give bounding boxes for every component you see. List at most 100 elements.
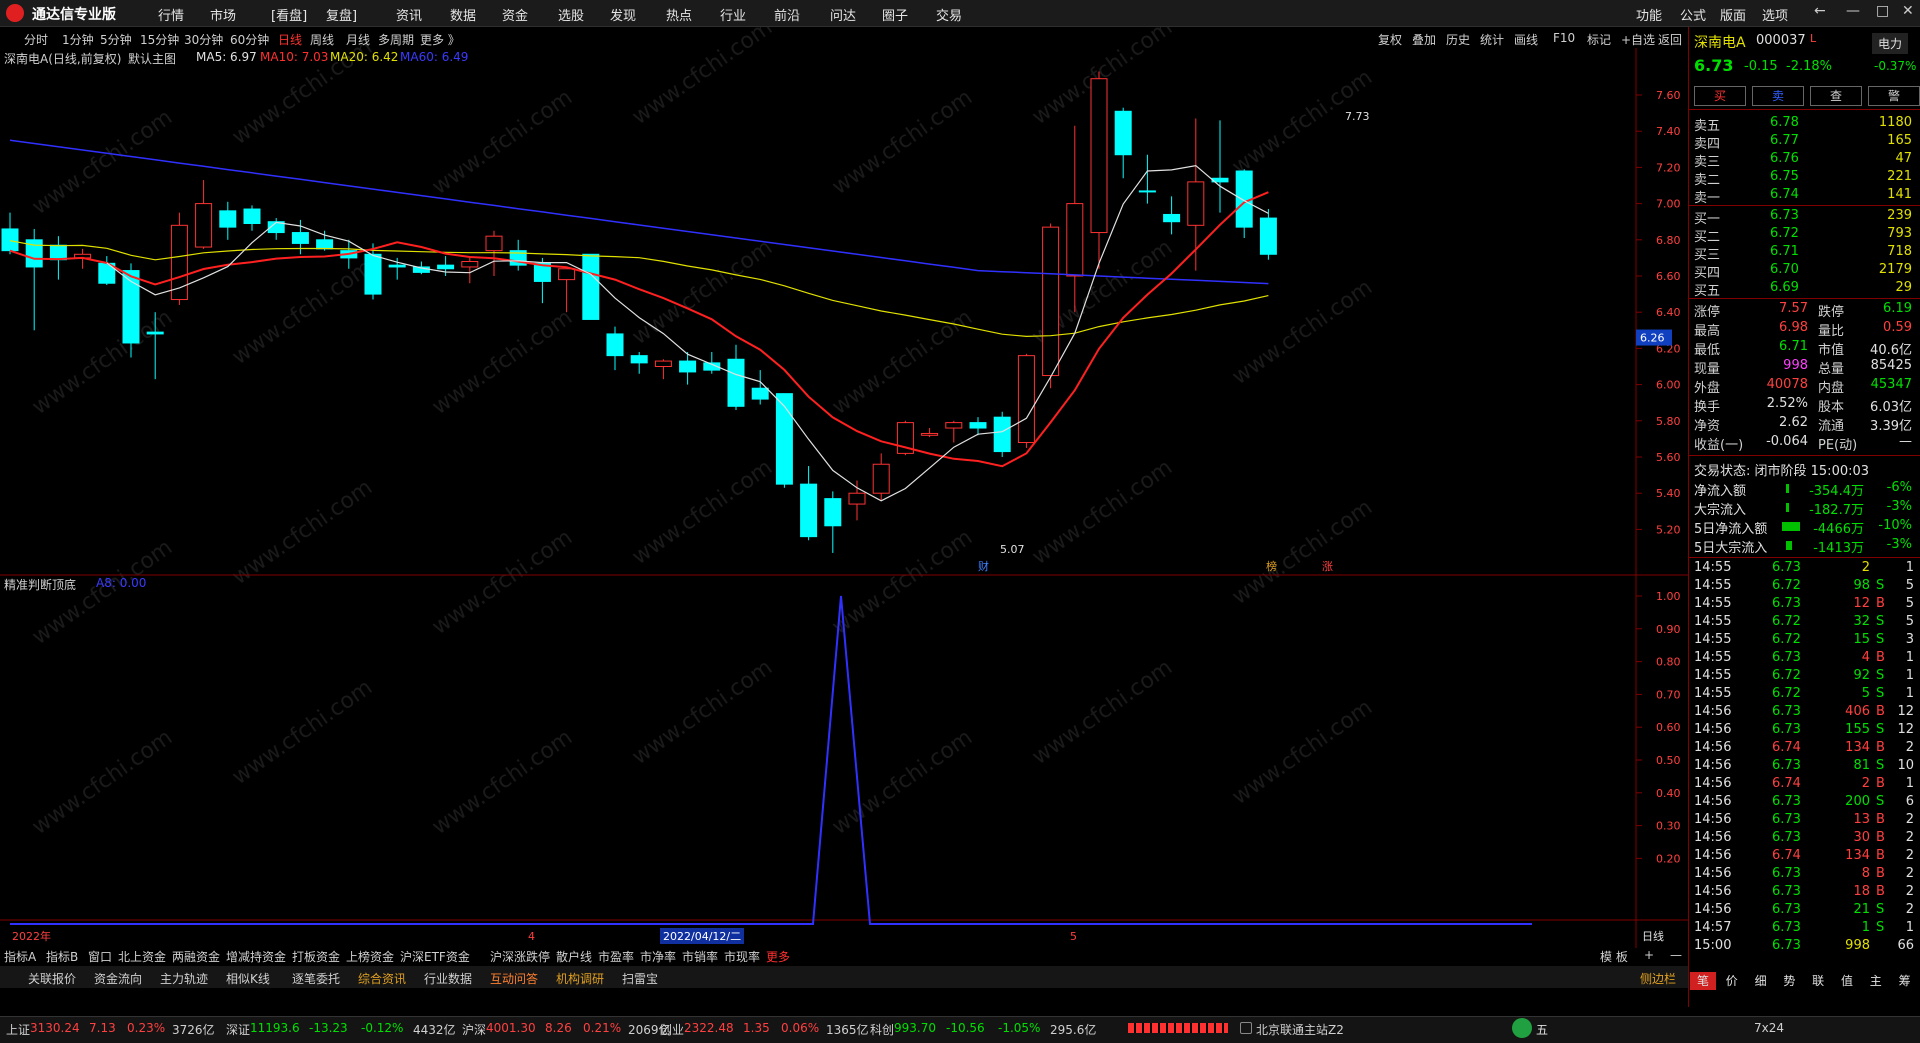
- index-kc-0[interactable]: 科创: [870, 1021, 894, 1038]
- menu-14[interactable]: 交易: [936, 5, 962, 24]
- tool-4[interactable]: 画线: [1514, 31, 1538, 48]
- side-tab-1[interactable]: 价: [1719, 972, 1745, 990]
- info-tab-9[interactable]: 扫雷宝: [622, 970, 658, 987]
- index-hs-0[interactable]: 沪深: [462, 1021, 486, 1038]
- indicator-tab-8[interactable]: 沪深ETF资金: [400, 948, 470, 965]
- indicator-tab-13[interactable]: 市销率: [682, 948, 718, 965]
- info-tab-3[interactable]: 相似K线: [226, 970, 270, 987]
- trade-btn-2[interactable]: 查: [1810, 86, 1862, 106]
- info-tab-6[interactable]: 行业数据: [424, 970, 472, 987]
- tick-count: 2: [1905, 848, 1914, 863]
- index-sz-0[interactable]: 深证: [226, 1021, 250, 1038]
- kline-chart[interactable]: 7.607.407.207.006.806.606.406.206.005.80…: [0, 48, 1688, 948]
- index-cy-0[interactable]: 创业: [660, 1021, 684, 1038]
- maximize-icon[interactable]: □: [1876, 3, 1889, 19]
- sidebar-toggle[interactable]: 侧边栏: [1640, 970, 1676, 987]
- indicator-tab-4[interactable]: 两融资金: [172, 948, 220, 965]
- trade-btn-1[interactable]: 卖: [1752, 86, 1804, 106]
- side-tab-4[interactable]: 联: [1805, 972, 1831, 990]
- info-tab-1[interactable]: 资金流向: [94, 970, 142, 987]
- indicator-tab-12[interactable]: 市净率: [640, 948, 676, 965]
- period-tab-1[interactable]: 1分钟: [62, 31, 94, 48]
- tool-5[interactable]: F10: [1553, 31, 1575, 45]
- side-tab-5[interactable]: 值: [1834, 972, 1860, 990]
- tool-3[interactable]: 统计: [1480, 31, 1504, 48]
- tool-0[interactable]: 复权: [1378, 31, 1402, 48]
- menu-11[interactable]: 前沿: [774, 5, 800, 24]
- close-icon[interactable]: ✕: [1902, 3, 1914, 19]
- stock-flag: L: [1810, 32, 1817, 45]
- side-tab-2[interactable]: 细: [1748, 972, 1774, 990]
- info-tab-7[interactable]: 互动问答: [490, 970, 538, 987]
- info-tab-2[interactable]: 主力轨迹: [160, 970, 208, 987]
- index-sh-0[interactable]: 上证: [6, 1021, 30, 1038]
- indicator-tab-14[interactable]: 市现率: [724, 948, 760, 965]
- indicator-tab-6[interactable]: 打板资金: [292, 948, 340, 965]
- tool-8[interactable]: 返回: [1658, 31, 1682, 48]
- tool-6[interactable]: 标记: [1587, 31, 1611, 48]
- right-menu-0[interactable]: 功能: [1636, 5, 1662, 24]
- info-tab-8[interactable]: 机构调研: [556, 970, 604, 987]
- indicator-tab-15[interactable]: 更多: [766, 948, 790, 965]
- info-tab-4[interactable]: 逐笔委托: [292, 970, 340, 987]
- menu-13[interactable]: 圈子: [882, 5, 908, 24]
- info-tab-5[interactable]: 综合资讯: [358, 970, 406, 987]
- menu-4[interactable]: 资讯: [396, 5, 422, 24]
- menu-0[interactable]: 行情: [158, 5, 184, 24]
- period-tab-10[interactable]: 更多 》: [420, 31, 460, 48]
- menu-12[interactable]: 问达: [830, 5, 856, 24]
- menu-8[interactable]: 发现: [610, 5, 636, 24]
- period-tab-8[interactable]: 月线: [346, 31, 370, 48]
- template-ctrl-0[interactable]: 模 板: [1600, 948, 1628, 965]
- template-ctrl-2[interactable]: —: [1670, 948, 1682, 962]
- template-ctrl-1[interactable]: +: [1644, 948, 1654, 962]
- menu-7[interactable]: 选股: [558, 5, 584, 24]
- side-tab-7[interactable]: 筹: [1892, 972, 1918, 990]
- trade-btn-3[interactable]: 警: [1868, 86, 1920, 106]
- right-menu-3[interactable]: 选项: [1762, 5, 1788, 24]
- period-tab-2[interactable]: 5分钟: [100, 31, 132, 48]
- period-tab-7[interactable]: 周线: [310, 31, 334, 48]
- minimize-icon[interactable]: —: [1846, 3, 1860, 19]
- indicator-tab-3[interactable]: 北上资金: [118, 948, 166, 965]
- indicator-tab-11[interactable]: 市盈率: [598, 948, 634, 965]
- period-tab-6[interactable]: 日线: [278, 31, 302, 48]
- indicator-tab-7[interactable]: 上榜资金: [346, 948, 394, 965]
- sub-indicator-label[interactable]: 精准判断顶底: [4, 576, 76, 593]
- menu-2[interactable]: [看盘]: [271, 5, 307, 24]
- candle-body: [727, 358, 745, 407]
- menu-3[interactable]: 复盘]: [326, 5, 357, 24]
- indicator-tab-0[interactable]: 指标A: [4, 948, 36, 965]
- period-tab-5[interactable]: 60分钟: [230, 31, 269, 48]
- back-icon[interactable]: ←: [1814, 3, 1826, 19]
- indicator-tab-5[interactable]: 增减持资金: [226, 948, 286, 965]
- side-tab-0[interactable]: 笔: [1690, 972, 1716, 990]
- side-tab-3[interactable]: 势: [1776, 972, 1802, 990]
- sub-indicator-value: A8: 0.00: [96, 576, 147, 590]
- menu-9[interactable]: 热点: [666, 5, 692, 24]
- period-tab-9[interactable]: 多周期: [378, 31, 414, 48]
- indicator-tab-9[interactable]: 沪深涨跌停: [490, 948, 550, 965]
- menu-10[interactable]: 行业: [720, 5, 746, 24]
- sector-button[interactable]: 电力: [1872, 33, 1909, 54]
- indicator-tab-10[interactable]: 散户线: [556, 948, 592, 965]
- right-menu-2[interactable]: 版面: [1720, 5, 1746, 24]
- tool-1[interactable]: 叠加: [1412, 31, 1436, 48]
- menu-5[interactable]: 数据: [450, 5, 476, 24]
- server-name[interactable]: 北京联通主站Z2: [1256, 1021, 1344, 1038]
- ime-mode[interactable]: 五: [1536, 1021, 1548, 1038]
- period-tab-3[interactable]: 15分钟: [140, 31, 179, 48]
- side-tab-6[interactable]: 主: [1863, 972, 1889, 990]
- menu-6[interactable]: 资金: [502, 5, 528, 24]
- indicator-tab-2[interactable]: 窗口: [88, 948, 112, 965]
- indicator-tab-1[interactable]: 指标B: [46, 948, 78, 965]
- period-tab-4[interactable]: 30分钟: [184, 31, 223, 48]
- tool-7[interactable]: +自选: [1621, 31, 1655, 48]
- menu-1[interactable]: 市场: [210, 5, 236, 24]
- trade-btn-0[interactable]: 买: [1694, 86, 1746, 106]
- info-tab-0[interactable]: 关联报价: [28, 970, 76, 987]
- right-menu-1[interactable]: 公式: [1680, 5, 1706, 24]
- tool-2[interactable]: 历史: [1446, 31, 1470, 48]
- stat-value: 85425: [1870, 358, 1912, 373]
- period-tab-0[interactable]: 分时: [24, 31, 48, 48]
